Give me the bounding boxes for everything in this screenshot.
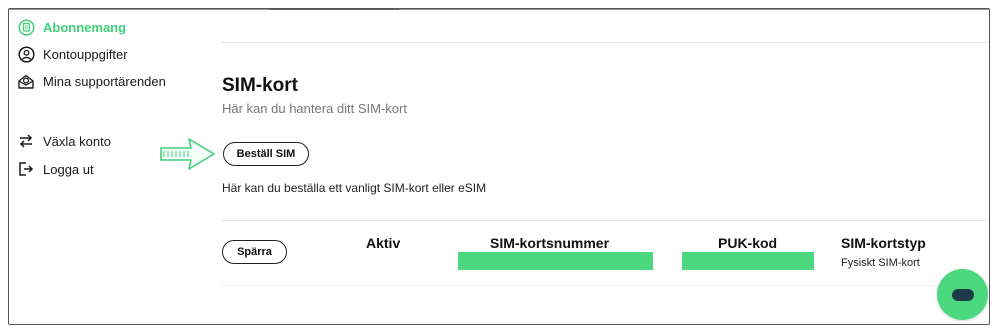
header-divider bbox=[221, 42, 989, 43]
chat-bubble-icon bbox=[951, 288, 974, 301]
sidebar-item-logga-ut[interactable]: Logga ut bbox=[17, 160, 94, 178]
page-title: SIM-kort bbox=[222, 75, 298, 96]
page-subtitle: Här kan du hantera ditt SIM-kort bbox=[222, 101, 407, 116]
arrow-annotation-icon bbox=[160, 138, 215, 170]
sidebar-item-label: Växla konto bbox=[43, 133, 111, 149]
app-frame: Abonnemang Kontouppgifter Mina supportär… bbox=[8, 8, 990, 325]
top-border-segment bbox=[269, 9, 399, 10]
user-circle-icon bbox=[17, 45, 35, 63]
row-divider bbox=[221, 285, 989, 286]
top-border bbox=[9, 9, 989, 10]
block-sim-button[interactable]: Spärra bbox=[222, 240, 287, 264]
sim-number-header: SIM-kortsnummer bbox=[490, 235, 610, 251]
sidebar-item-label: Mina supportärenden bbox=[43, 73, 166, 89]
section-divider bbox=[221, 220, 989, 221]
sidebar-item-label: Logga ut bbox=[43, 161, 94, 177]
logout-icon bbox=[17, 160, 35, 178]
chat-button[interactable] bbox=[937, 269, 988, 320]
order-sim-button[interactable]: Beställ SIM bbox=[223, 142, 309, 166]
sidebar-item-label: Abonnemang bbox=[43, 19, 127, 35]
puk-redacted bbox=[682, 252, 814, 270]
sim-number-redacted bbox=[458, 252, 653, 270]
sidebar-item-vaxla-konto[interactable]: Växla konto bbox=[17, 132, 111, 150]
sidebar-item-supportarenden[interactable]: Mina supportärenden bbox=[17, 72, 166, 90]
order-sim-description: Här kan du beställa ett vanligt SIM-kort… bbox=[222, 181, 487, 195]
sidebar-item-label: Kontouppgifter bbox=[43, 46, 128, 62]
puk-header: PUK-kod bbox=[718, 235, 778, 251]
sidebar-item-kontouppgifter[interactable]: Kontouppgifter bbox=[17, 45, 128, 63]
subscription-icon bbox=[17, 18, 35, 36]
sim-type-value: Fysiskt SIM-kort bbox=[841, 257, 920, 269]
sim-type-header: SIM-kortstyp bbox=[841, 235, 926, 251]
support-inbox-icon bbox=[17, 72, 35, 90]
sim-status: Aktiv bbox=[366, 235, 401, 251]
switch-arrows-icon bbox=[17, 132, 35, 150]
sidebar-item-abonnemang[interactable]: Abonnemang bbox=[17, 18, 126, 36]
